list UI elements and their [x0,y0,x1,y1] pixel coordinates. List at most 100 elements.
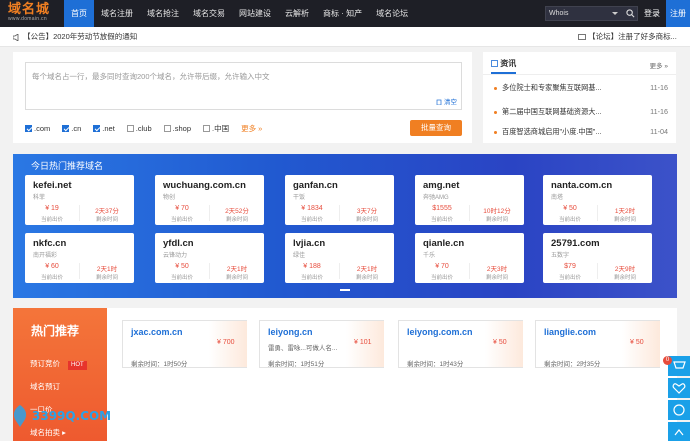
news-item-title: 多位院士和专家聚焦互联网基... [502,83,602,92]
hot-domain-card[interactable]: kefei.net 科菲 ¥ 19 2天37分 当前出价 剩余时间 [25,175,134,225]
tld-cn[interactable]: .cn [62,124,81,133]
batch-query-button[interactable]: 批量查询 [410,120,462,136]
hot-domains-section: 今日热门推荐域名 kefei.net 科菲 ¥ 19 2天37分 当前出价 剩余时间 wuc… [13,154,677,298]
nav-domain-snap[interactable]: 域名抢注 [140,0,186,27]
domain-desc: 千乐 [423,253,436,259]
tld-label: .中国 [212,124,230,133]
hot-domain-card[interactable]: ganfan.cn 干饭 ¥ 1834 3天7分 当前出价 剩余时间 [285,175,394,225]
domain-name: kefei.net [33,180,72,191]
service-button[interactable] [668,400,690,420]
price: ¥ 101 [354,339,372,346]
announcement-notice[interactable]: 【公告】2020年劳动节放假的通知 [13,27,137,47]
recommend-card[interactable]: jxac.com.cn ¥ 700 剩余时间：1时50分 [122,320,247,368]
tld-net[interactable]: .net [93,124,115,133]
nav-trademark[interactable]: 商标 · 知产 [316,0,369,27]
checkbox[interactable] [25,125,32,132]
price-label: 当前出价 [430,275,453,281]
recommend-title: 热门推荐 [31,324,80,338]
domain-name: leiyong.cn [268,327,313,337]
news-item-date: 11-16 [650,107,668,116]
news-title-text: 资讯 [500,59,517,68]
hot-domain-card[interactable]: wuchuang.com.cn 物创 ¥ 70 2天52分 当前出价 剩余时间 [155,175,264,225]
nav-home[interactable]: 首页 [64,0,94,27]
nav-forum[interactable]: 域名论坛 [369,0,415,27]
cart-count-badge: 0 [663,356,672,365]
favorite-button[interactable] [668,378,690,398]
tld-label: .net [102,124,115,133]
time-label: 剩余时间 [355,217,378,223]
hot-domain-card[interactable]: 25791.com 五数字 $79 2天9时 当前出价 剩余时间 [543,233,652,283]
remaining-time: 1天2时 [614,208,636,215]
clear-button[interactable]: 清空 [436,96,457,106]
domain-name: wuchuang.com.cn [163,180,246,191]
clear-label: 清空 [444,99,457,106]
domain-name: 25791.com [551,238,600,249]
recommend-card[interactable]: lianglie.com ¥ 50 剩余时间：2时35分 [535,320,660,368]
watermark: 3399Q.COM [10,401,111,431]
hot-domain-card[interactable]: qianle.cn 千乐 ¥ 70 2天3时 当前出价 剩余时间 [415,233,524,283]
side-toolbar [668,356,690,441]
chat-icon [578,33,586,40]
recommend-card[interactable]: leiyong.com.cn ¥ 50 剩余时间：1时43分 [398,320,523,368]
chevron-down-icon [612,12,618,15]
remaining-time: 剩余时间：2时35分 [544,358,600,368]
current-price: $79 [564,263,576,270]
news-item[interactable]: 多位院士和专家聚焦互联网基... 11-16 [494,83,668,94]
search-type-select[interactable]: Whois [549,7,568,20]
carousel-indicator[interactable] [340,289,350,291]
news-item[interactable]: 百度智选商城启用"小度.中国"... 11-04 [494,127,668,138]
query-placeholder: 每个域名占一行，最多同时查询200个域名，允许带后缀，允许输入中文 [32,72,270,81]
news-more-link[interactable]: 更多 » [650,60,668,70]
more-tlds-link[interactable]: 更多 » [241,123,262,134]
announcement-forum[interactable]: 【论坛】注册了好多商标... [578,27,690,47]
hot-domain-card[interactable]: lvjia.cn 绿佳 ¥ 188 2天1时 当前出价 剩余时间 [285,233,394,283]
site-logo[interactable]: 域名城 www.domain.cn [8,3,56,23]
announcement-bar: 【公告】2020年劳动节放假的通知 【论坛】注册了好多商标... [0,27,690,47]
price-label: 当前出价 [170,275,193,281]
remaining-time: 3天7分 [356,208,378,215]
domain-query-textarea[interactable]: 每个域名占一行，最多同时查询200个域名，允许带后缀，允许输入中文 清空 [25,62,462,110]
recommend-menu-bidding[interactable]: 预订竞价 HOT [30,358,87,370]
domain-name: nkfc.cn [33,238,67,249]
whois-search[interactable]: Whois [545,6,638,21]
tld-com[interactable]: .com [25,124,50,133]
checkbox[interactable] [62,125,70,132]
tld-club[interactable]: .club [126,124,152,133]
price: ¥ 700 [217,339,235,346]
recommend-section: 热门推荐 预订竞价 HOT 域名预订 一口价 域名拍卖 ▸ jxac.com.cn… [13,308,677,441]
nav-domain-trade[interactable]: 域名交易 [186,0,232,27]
recommend-menu-preorder[interactable]: 域名预订 [30,381,60,392]
tld-shop[interactable]: .shop [163,124,191,133]
bullet [494,87,497,90]
nav-domain-register[interactable]: 域名注册 [94,0,140,27]
tld-zhongguo[interactable]: .中国 [203,123,229,134]
tld-label: .cn [71,124,82,133]
checkbox[interactable] [163,125,171,132]
news-item[interactable]: 第二届中国互联网基础资源大... 11-16 [494,107,668,118]
search-icon[interactable] [626,9,635,18]
remaining-time: 剩余时间：1时51分 [268,358,324,368]
remaining-time: 剩余时间：1时43分 [407,358,463,368]
recommend-card[interactable]: leiyong.cn 雷勇、雷咏...可做人名... ¥ 101 剩余时间：1时51分 [259,320,384,368]
price: ¥ 50 [630,339,644,346]
time-label: 剩余时间 [225,275,248,281]
domain-name: yfdl.cn [163,238,194,249]
remaining-time: 2天52分 [225,208,249,215]
checkbox[interactable] [93,125,101,132]
time-label: 剩余时间 [485,217,508,223]
domain-desc: 奔驰AMG [423,195,449,201]
checkbox[interactable] [203,125,210,132]
hot-domain-card[interactable]: amg.net 奔驰AMG $1555 10时12分 当前出价 剩余时间 [415,175,524,225]
checkbox[interactable] [126,125,134,132]
current-price: ¥ 19 [45,205,59,212]
news-title[interactable]: 资讯 [491,58,517,74]
hot-domain-card[interactable]: yfdl.cn 云锋动力 ¥ 50 2天1时 当前出价 剩余时间 [155,233,264,283]
hot-domain-card[interactable]: nanta.com.cn 南塔 ¥ 50 1天2时 当前出价 剩余时间 [543,175,652,225]
back-to-top-button[interactable] [668,422,690,441]
nav-website-build[interactable]: 网站建设 [232,0,278,27]
nav-cloud-dns[interactable]: 云解析 [278,0,316,27]
register-button[interactable]: 注册 [666,0,690,27]
current-price: ¥ 1834 [301,205,323,212]
login-link[interactable]: 登录 [644,0,660,27]
hot-domain-card[interactable]: nkfc.cn 南开福彩 ¥ 60 2天1时 当前出价 剩余时间 [25,233,134,283]
